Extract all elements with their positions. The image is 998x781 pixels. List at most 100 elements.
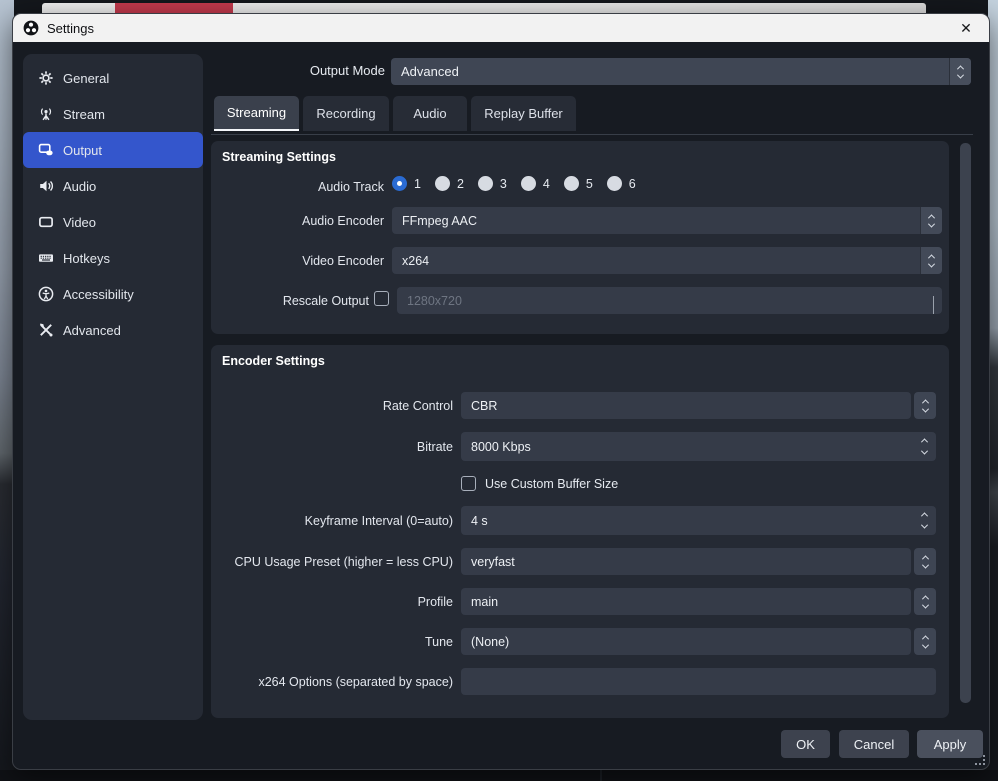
bitrate-value: 8000 Kbps — [471, 440, 531, 454]
tab-audio[interactable]: Audio — [393, 96, 467, 131]
tools-icon — [38, 322, 54, 338]
bitrate-label: Bitrate — [211, 440, 453, 454]
chevron-down-icon — [933, 297, 934, 315]
rescale-output-label: Rescale Output — [211, 294, 369, 308]
chevron-updown-icon[interactable] — [914, 392, 936, 419]
chevron-updown-icon[interactable] — [949, 58, 971, 85]
obs-logo-icon — [23, 20, 39, 36]
streaming-settings-title: Streaming Settings — [222, 150, 336, 164]
tune-value: (None) — [471, 635, 509, 649]
sidebar: General Stream — [23, 54, 203, 720]
output-mode-label: Output Mode — [213, 58, 385, 84]
sidebar-label: General — [63, 71, 109, 86]
spinner-arrows-icon[interactable] — [922, 506, 927, 535]
video-encoder-select[interactable]: x264 — [392, 247, 942, 274]
custom-buffer-checkbox[interactable] — [461, 476, 476, 491]
sidebar-label: Accessibility — [63, 287, 134, 302]
sidebar-label: Hotkeys — [63, 251, 110, 266]
tab-streaming[interactable]: Streaming — [214, 96, 299, 131]
chevron-updown-icon[interactable] — [920, 247, 942, 274]
keyframe-interval-value: 4 s — [471, 514, 488, 528]
rescale-resolution-value: 1280x720 — [407, 294, 462, 308]
tab-label: Replay Buffer — [484, 106, 563, 121]
tab-divider — [211, 134, 973, 135]
rescale-resolution-select: 1280x720 — [397, 287, 942, 314]
sidebar-item-advanced[interactable]: Advanced — [23, 312, 203, 348]
sidebar-item-stream[interactable]: Stream — [23, 96, 203, 132]
radio-label: 5 — [586, 177, 593, 191]
window-title: Settings — [47, 21, 94, 36]
audio-track-radio-6[interactable]: 6 — [607, 176, 636, 191]
profile-label: Profile — [211, 595, 453, 609]
profile-select[interactable]: main — [461, 588, 911, 615]
rate-control-select[interactable]: CBR — [461, 392, 911, 419]
sidebar-item-hotkeys[interactable]: Hotkeys — [23, 240, 203, 276]
settings-window: Settings ✕ General — [12, 13, 990, 770]
tune-label: Tune — [211, 635, 453, 649]
rescale-output-checkbox[interactable] — [374, 291, 389, 306]
keyframe-interval-spinbox[interactable]: 4 s — [461, 506, 936, 535]
x264-options-input[interactable] — [461, 668, 936, 695]
spinner-arrows-icon[interactable] — [922, 432, 927, 461]
audio-track-radio-4[interactable]: 4 — [521, 176, 550, 191]
sidebar-item-audio[interactable]: Audio — [23, 168, 203, 204]
tab-label: Audio — [413, 106, 446, 121]
radio-label: 4 — [543, 177, 550, 191]
output-icon — [38, 142, 54, 158]
apply-button[interactable]: Apply — [917, 730, 983, 758]
video-encoder-value: x264 — [402, 254, 429, 268]
audio-track-radio-3[interactable]: 3 — [478, 176, 507, 191]
cpu-preset-value: veryfast — [471, 555, 515, 569]
sidebar-item-output[interactable]: Output — [23, 132, 203, 168]
tab-recording[interactable]: Recording — [303, 96, 389, 131]
sidebar-item-video[interactable]: Video — [23, 204, 203, 240]
tune-select[interactable]: (None) — [461, 628, 911, 655]
keyframe-interval-label: Keyframe Interval (0=auto) — [211, 514, 453, 528]
radio-label: 3 — [500, 177, 507, 191]
streaming-settings-panel: Streaming Settings Audio Track 1 2 3 4 — [211, 141, 949, 334]
radio-selected-icon[interactable] — [392, 176, 407, 191]
output-mode-value: Advanced — [401, 64, 459, 79]
audio-track-radio-1[interactable]: 1 — [392, 176, 421, 191]
audio-track-radio-2[interactable]: 2 — [435, 176, 464, 191]
x264-options-label: x264 Options (separated by space) — [211, 675, 453, 689]
sidebar-label: Advanced — [63, 323, 121, 338]
audio-encoder-select[interactable]: FFmpeg AAC — [392, 207, 942, 234]
keyboard-icon — [38, 250, 54, 266]
speaker-icon — [38, 178, 54, 194]
radio-icon[interactable] — [435, 176, 450, 191]
output-mode-select[interactable]: Advanced — [391, 58, 971, 85]
custom-buffer-label: Use Custom Buffer Size — [485, 477, 618, 491]
chevron-updown-icon[interactable] — [914, 628, 936, 655]
profile-value: main — [471, 595, 498, 609]
close-icon[interactable]: ✕ — [951, 15, 981, 41]
radio-icon[interactable] — [478, 176, 493, 191]
sidebar-label: Output — [63, 143, 102, 158]
ok-button[interactable]: OK — [781, 730, 830, 758]
chevron-updown-icon[interactable] — [914, 548, 936, 575]
resize-grip[interactable] — [975, 755, 985, 765]
bitrate-spinbox[interactable]: 8000 Kbps — [461, 432, 936, 461]
tab-label: Recording — [316, 106, 375, 121]
tab-replay-buffer[interactable]: Replay Buffer — [471, 96, 576, 131]
audio-track-radio-5[interactable]: 5 — [564, 176, 593, 191]
radio-label: 1 — [414, 177, 421, 191]
broadcast-icon — [38, 106, 54, 122]
chevron-updown-icon[interactable] — [920, 207, 942, 234]
cpu-preset-select[interactable]: veryfast — [461, 548, 911, 575]
radio-icon[interactable] — [521, 176, 536, 191]
background-window-bottom — [0, 770, 998, 781]
radio-icon[interactable] — [607, 176, 622, 191]
cancel-button[interactable]: Cancel — [839, 730, 909, 758]
encoder-settings-title: Encoder Settings — [222, 354, 325, 368]
sidebar-item-general[interactable]: General — [23, 60, 203, 96]
sidebar-label: Video — [63, 215, 96, 230]
radio-icon[interactable] — [564, 176, 579, 191]
radio-label: 6 — [629, 177, 636, 191]
video-encoder-label: Video Encoder — [211, 254, 384, 268]
chevron-updown-icon[interactable] — [914, 588, 936, 615]
rate-control-label: Rate Control — [211, 399, 453, 413]
vertical-scrollbar[interactable] — [960, 143, 971, 703]
sidebar-item-accessibility[interactable]: Accessibility — [23, 276, 203, 312]
titlebar[interactable]: Settings ✕ — [13, 14, 989, 42]
